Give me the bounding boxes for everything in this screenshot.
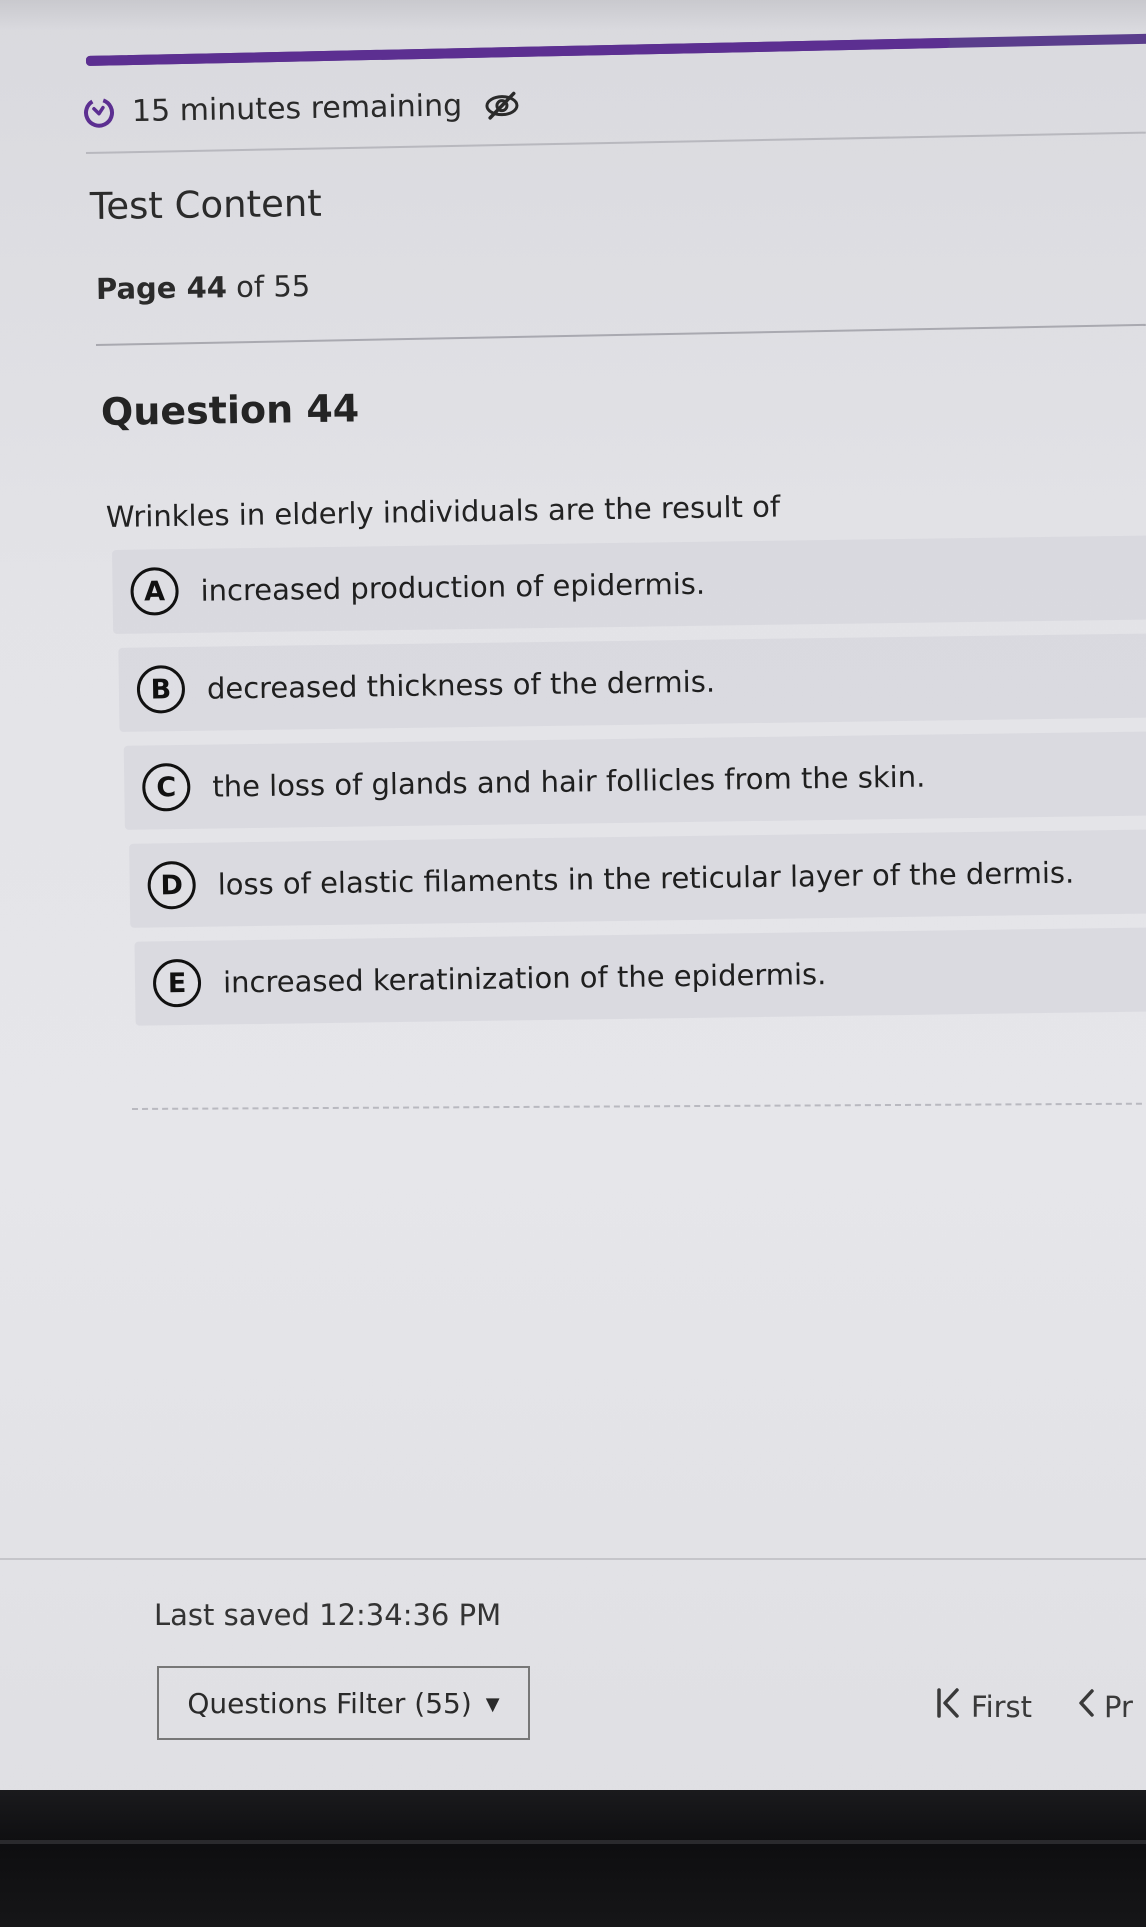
- answer-options: A increased production of epidermis. B d…: [112, 535, 1146, 1039]
- first-page-label: First: [971, 1689, 1033, 1724]
- eye-slash-icon[interactable]: [484, 90, 521, 121]
- timer-text: 15 minutes remaining: [131, 88, 463, 130]
- footer-divider: [0, 1558, 1146, 1560]
- option-text: decreased thickness of the dermis.: [206, 664, 716, 706]
- progress-bar-fill: [85, 37, 950, 66]
- previous-page-label: Pr: [1104, 1689, 1133, 1724]
- top-shade: [0, 0, 1146, 30]
- section-title: Test Content: [89, 181, 323, 228]
- questions-filter-label: Questions Filter (55): [187, 1686, 472, 1720]
- option-letter-badge: D: [147, 860, 197, 910]
- first-page-icon: [935, 1686, 963, 1727]
- answer-option-b[interactable]: B decreased thickness of the dermis.: [118, 633, 1146, 732]
- question-text: Wrinkles in elderly individuals are the …: [105, 489, 781, 534]
- option-letter-badge: B: [136, 664, 186, 714]
- question-title: Question 44: [100, 386, 360, 434]
- bezel-edge: [0, 1840, 1146, 1844]
- answer-option-a[interactable]: A increased production of epidermis.: [112, 535, 1146, 634]
- option-text: increased production of epidermis.: [200, 566, 706, 608]
- chevron-left-icon: [1076, 1686, 1096, 1727]
- timer-divider: [85, 131, 1146, 154]
- page-total: 55: [273, 269, 311, 304]
- page-indicator: Page 44 of 55: [96, 269, 311, 306]
- answer-option-e[interactable]: E increased keratinization of the epider…: [134, 927, 1146, 1026]
- option-letter-badge: E: [152, 958, 202, 1008]
- page-divider: [95, 323, 1146, 346]
- questions-filter-button[interactable]: Questions Filter (55) ▼: [157, 1666, 530, 1740]
- first-page-button[interactable]: First: [935, 1686, 1032, 1727]
- option-text: the loss of glands and hair follicles fr…: [212, 759, 926, 804]
- page-separator: of: [235, 269, 265, 305]
- option-letter-badge: C: [141, 762, 191, 812]
- answer-option-c[interactable]: C the loss of glands and hair follicles …: [123, 731, 1146, 830]
- caret-down-icon: ▼: [485, 1693, 500, 1715]
- option-text: increased keratinization of the epidermi…: [222, 957, 827, 1000]
- option-text: loss of elastic filaments in the reticul…: [217, 855, 1075, 902]
- page-label: Page: [95, 270, 177, 306]
- previous-page-button[interactable]: Pr: [1076, 1686, 1133, 1727]
- last-saved-status: Last saved 12:34:36 PM: [154, 1598, 502, 1632]
- option-letter-badge: A: [130, 567, 179, 616]
- timer-row: 15 minutes remaining: [82, 87, 521, 130]
- answer-option-d[interactable]: D loss of elastic filaments in the retic…: [129, 829, 1146, 928]
- page-current: 44: [186, 270, 228, 305]
- progress-bar: [85, 33, 1146, 66]
- screen-bezel: [0, 1790, 1146, 1927]
- question-end-divider: [131, 1102, 1146, 1110]
- timer-icon: [82, 95, 117, 130]
